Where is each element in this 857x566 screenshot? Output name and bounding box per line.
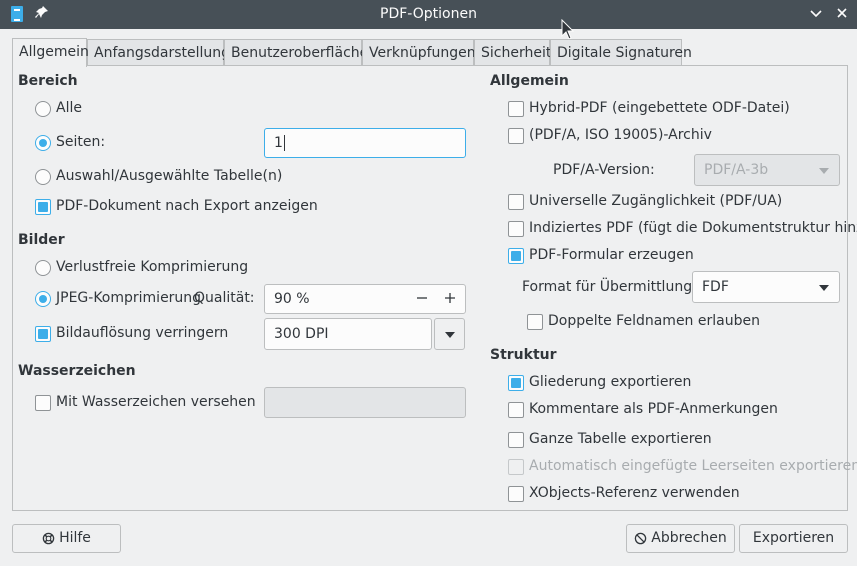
radio-pages[interactable] xyxy=(35,135,51,151)
checkbox-duplicate-field-names-label[interactable]: Doppelte Feldnamen erlauben xyxy=(548,313,760,329)
tab-sicherheit[interactable]: Sicherheit xyxy=(474,39,551,66)
checkbox-pdfa[interactable] xyxy=(508,128,524,144)
checkbox-tagged-pdf[interactable] xyxy=(508,221,524,237)
tab-anfangsdarstellung[interactable]: Anfangsdarstellung xyxy=(87,39,230,66)
checkbox-comments-as-annotations[interactable] xyxy=(508,402,524,418)
checkbox-export-outline-label[interactable]: Gliederung exportieren xyxy=(529,374,691,390)
checkbox-xobjects-reference[interactable] xyxy=(508,486,524,502)
radio-selection-label[interactable]: Auswahl/Ausgewählte Tabelle(n) xyxy=(56,168,282,184)
tab-benutzeroberflaeche[interactable]: Benutzeroberfläche xyxy=(224,39,368,66)
checkbox-pdfua[interactable] xyxy=(508,194,524,210)
dpi-combobox-entry[interactable]: 300 DPI xyxy=(264,318,432,350)
dpi-dropdown-button[interactable] xyxy=(434,318,465,350)
pdfa-version-combobox: PDF/A-3b xyxy=(694,154,840,186)
checkbox-create-form[interactable] xyxy=(508,248,524,264)
help-button[interactable]: Hilfe xyxy=(12,524,121,553)
checkbox-whole-sheet[interactable] xyxy=(508,432,524,448)
cancel-button-label: Abbrechen xyxy=(651,530,727,546)
quality-value: 90 % xyxy=(274,291,310,307)
checkbox-duplicate-field-names[interactable] xyxy=(527,314,543,330)
tab-digitale-signaturen[interactable]: Digitale Signaturen xyxy=(550,39,692,66)
section-bilder-heading: Bilder xyxy=(18,232,65,248)
chevron-down-icon xyxy=(819,285,829,291)
export-button-label: Exportieren xyxy=(752,530,835,546)
section-struktur-heading: Struktur xyxy=(490,347,557,363)
checkbox-comments-as-annotations-label[interactable]: Kommentare als PDF-Anmerkungen xyxy=(529,401,778,417)
submit-format-label: Format für Übermittlung: xyxy=(522,279,697,295)
tab-allgemein[interactable]: Allgemein xyxy=(12,38,89,67)
radio-all-label[interactable]: Alle xyxy=(56,100,82,116)
export-button[interactable]: Exportieren xyxy=(739,524,848,553)
checkbox-watermark-label[interactable]: Mit Wasserzeichen versehen xyxy=(56,394,256,410)
plus-icon[interactable] xyxy=(444,287,456,314)
lifebuoy-icon xyxy=(42,532,55,544)
checkbox-view-after-export-label[interactable]: PDF-Dokument nach Export anzeigen xyxy=(56,198,318,214)
checkbox-reduce-resolution[interactable] xyxy=(35,326,51,342)
tab-verknuepfungen[interactable]: Verknüpfungen xyxy=(362,39,476,66)
checkbox-create-form-label[interactable]: PDF-Formular erzeugen xyxy=(529,247,694,263)
radio-lossless[interactable] xyxy=(35,260,51,276)
chevron-down-icon xyxy=(819,168,829,174)
checkbox-pdfa-label[interactable]: (PDF/A, ISO 19005)-Archiv xyxy=(529,127,712,143)
window-title: PDF-Optionen xyxy=(380,6,477,22)
radio-jpeg-label[interactable]: JPEG-Komprimierung xyxy=(56,290,201,306)
chevron-down-icon xyxy=(445,332,455,338)
radio-selection[interactable] xyxy=(35,169,51,185)
checkbox-hybrid-pdf[interactable] xyxy=(508,101,524,117)
radio-jpeg[interactable] xyxy=(35,291,51,307)
help-button-label: Hilfe xyxy=(59,530,91,546)
watermark-input xyxy=(264,387,466,418)
pages-input[interactable]: 1 xyxy=(264,128,466,158)
submit-format-value: FDF xyxy=(702,279,729,295)
submit-format-combobox[interactable]: FDF xyxy=(692,271,840,303)
checkbox-export-outline[interactable] xyxy=(508,375,524,391)
checkbox-watermark[interactable] xyxy=(35,395,51,411)
quality-spinbox[interactable]: 90 % xyxy=(264,284,466,314)
radio-pages-label[interactable]: Seiten: xyxy=(56,134,105,150)
cancel-button[interactable]: Abbrechen xyxy=(626,524,735,553)
section-wasserzeichen-heading: Wasserzeichen xyxy=(18,363,136,379)
pdfa-version-value: PDF/A-3b xyxy=(704,162,769,178)
cancel-icon xyxy=(635,532,647,544)
checkbox-pdfua-label[interactable]: Universelle Zugänglichkeit (PDF/UA) xyxy=(529,193,782,209)
checkbox-tagged-pdf-label[interactable]: Indiziertes PDF (fügt die Dokumentstrukt… xyxy=(529,220,857,236)
checkbox-reduce-resolution-label[interactable]: Bildauflösung verringern xyxy=(56,325,228,341)
close-icon[interactable] xyxy=(832,4,852,24)
pages-input-value: 1 xyxy=(274,135,283,151)
pdfa-version-label: PDF/A-Version: xyxy=(553,162,655,178)
checkbox-hybrid-pdf-label[interactable]: Hybrid-PDF (eingebettete ODF-Datei) xyxy=(529,100,790,116)
chevron-down-icon[interactable] xyxy=(806,4,826,24)
dpi-value: 300 DPI xyxy=(274,326,329,342)
checkbox-blank-pages xyxy=(508,459,524,475)
checkbox-blank-pages-label: Automatisch eingefügte Leerseiten export… xyxy=(529,458,857,474)
checkbox-whole-sheet-label[interactable]: Ganze Tabelle exportieren xyxy=(529,431,712,447)
checkbox-xobjects-reference-label[interactable]: XObjects-Referenz verwenden xyxy=(529,485,740,501)
radio-all[interactable] xyxy=(35,101,51,117)
section-allgemein-heading: Allgemein xyxy=(490,73,569,89)
quality-label: Qualität: xyxy=(194,290,255,306)
radio-lossless-label[interactable]: Verlustfreie Komprimierung xyxy=(56,259,248,275)
title-bar: PDF-Optionen xyxy=(0,0,857,29)
section-bereich-heading: Bereich xyxy=(18,73,78,89)
checkbox-view-after-export[interactable] xyxy=(35,199,51,215)
text-caret xyxy=(283,135,285,151)
minus-icon[interactable] xyxy=(416,287,428,314)
